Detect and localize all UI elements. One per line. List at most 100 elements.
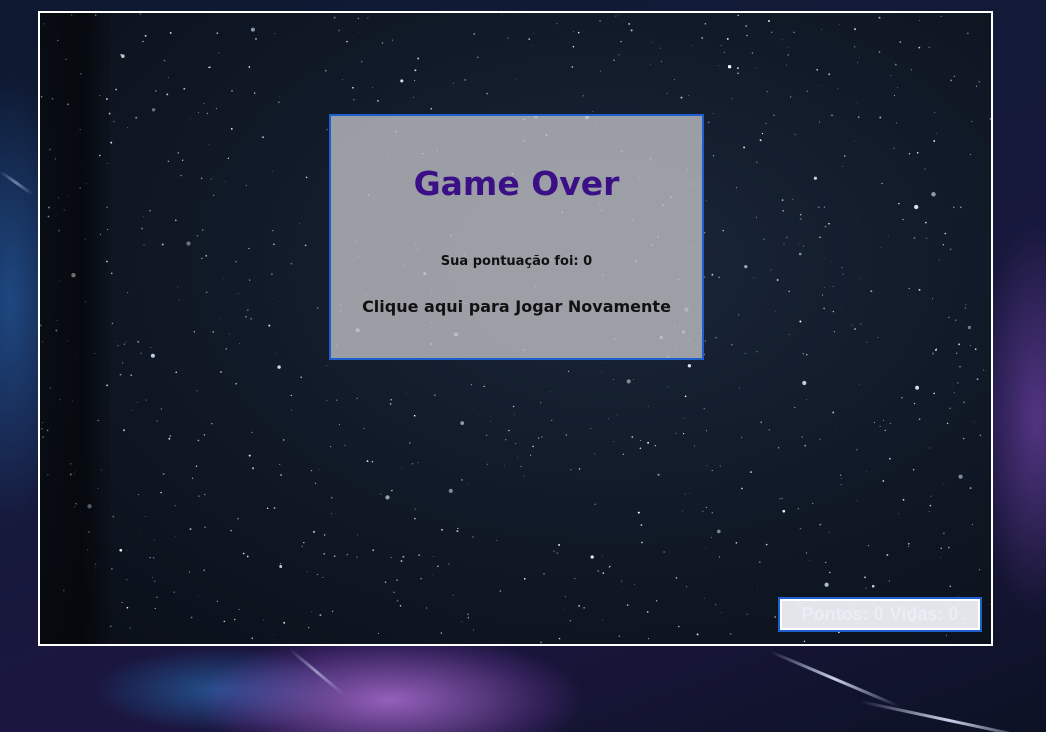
star [272, 298, 274, 300]
star [169, 435, 172, 437]
star [899, 41, 902, 43]
game-board[interactable]: Game Over Sua pontuação foi: 0 Clique aq… [38, 11, 993, 646]
star [918, 46, 921, 49]
star [965, 304, 967, 306]
star [290, 262, 293, 265]
star [959, 366, 961, 368]
star [346, 553, 349, 556]
star [822, 294, 823, 296]
star [974, 348, 977, 351]
star [710, 536, 712, 539]
star [145, 399, 147, 401]
star [802, 380, 807, 386]
star [858, 384, 860, 385]
star [203, 102, 205, 104]
star [166, 93, 169, 96]
star [933, 392, 935, 395]
star [884, 429, 887, 432]
star [663, 551, 665, 553]
star [279, 565, 283, 568]
star [396, 579, 398, 581]
star [356, 397, 358, 400]
star [687, 364, 692, 368]
star [371, 461, 374, 463]
star [803, 640, 806, 643]
star [473, 629, 474, 631]
star [223, 277, 225, 279]
star [223, 620, 226, 623]
star [840, 478, 842, 479]
star [196, 390, 198, 392]
star [558, 637, 561, 640]
star [599, 70, 601, 72]
star [622, 453, 624, 455]
star [572, 45, 575, 48]
star [740, 436, 743, 439]
star [333, 555, 336, 558]
star [844, 155, 846, 157]
star [182, 159, 184, 161]
star [766, 91, 768, 93]
star [400, 560, 403, 562]
star [955, 319, 957, 321]
star [704, 23, 707, 25]
star [212, 331, 214, 333]
star [248, 454, 251, 457]
star [457, 527, 459, 530]
star [213, 194, 215, 196]
play-again-link[interactable]: Clique aqui para Jogar Novamente [331, 297, 702, 316]
star [125, 341, 127, 343]
star [916, 151, 919, 154]
star [626, 604, 629, 606]
star [111, 322, 114, 325]
star [912, 468, 915, 471]
star [195, 465, 198, 467]
star [880, 247, 882, 248]
star [832, 310, 835, 313]
star [592, 111, 594, 112]
star [155, 90, 157, 92]
star [558, 543, 561, 546]
star [776, 279, 779, 281]
star [411, 463, 414, 465]
star [461, 621, 463, 622]
star [985, 370, 987, 372]
star [175, 219, 177, 222]
star [322, 577, 324, 578]
star [532, 45, 534, 46]
star [787, 46, 789, 48]
star [173, 591, 175, 593]
game-over-title: Game Over [413, 164, 620, 203]
star [781, 39, 783, 41]
star [979, 434, 982, 437]
star [283, 621, 286, 624]
star [248, 66, 251, 68]
star [119, 548, 123, 552]
star [864, 576, 866, 579]
star [786, 64, 788, 66]
star [507, 37, 509, 39]
star [851, 324, 852, 326]
star [520, 465, 522, 468]
star [175, 371, 177, 373]
star [323, 534, 326, 536]
star [781, 199, 784, 202]
star [967, 325, 971, 330]
star [630, 29, 633, 32]
star [759, 139, 762, 142]
star [817, 206, 820, 209]
star [895, 122, 897, 124]
star [160, 408, 162, 410]
star [654, 444, 656, 447]
star [718, 556, 721, 558]
star [833, 331, 835, 333]
star [908, 153, 911, 155]
star [637, 511, 640, 514]
star [307, 626, 310, 629]
star [866, 471, 868, 472]
star [761, 132, 764, 135]
star [775, 310, 777, 312]
star [360, 60, 363, 63]
star [942, 243, 945, 246]
star [154, 580, 156, 582]
